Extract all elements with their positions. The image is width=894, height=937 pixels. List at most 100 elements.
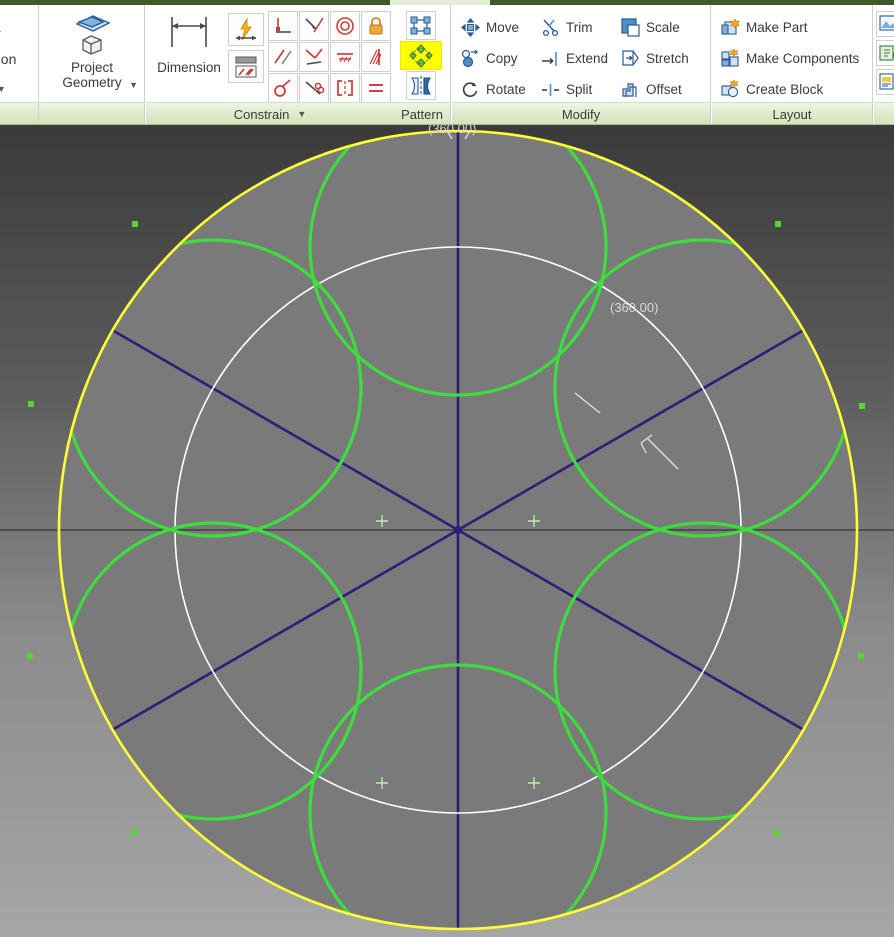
panel-label-pattern: Pattern (394, 102, 450, 124)
move-icon (460, 18, 480, 38)
extend-label: Extend (566, 51, 609, 66)
panel-label-constrain: Constrain ▼ (146, 102, 394, 124)
chevron-down-icon[interactable]: ▼ (0, 84, 6, 94)
dimension-button[interactable]: Dimension (146, 13, 232, 75)
chevron-down-icon[interactable]: ▼ (129, 78, 138, 93)
make-components-icon (720, 49, 740, 69)
coincident-constraint-icon[interactable] (299, 42, 329, 72)
panel-body-create: Project Geometry ▼ (40, 5, 144, 102)
project-geometry-label-2: Geometry (62, 75, 122, 90)
sketch-geometry (0, 129, 894, 931)
ribbon-panel-create: Project Geometry ▼ (40, 5, 144, 124)
chevron-down-icon[interactable]: ▼ (0, 28, 3, 38)
panel-label-insert-partial (874, 102, 894, 124)
constrain-label-text: Constrain (233, 106, 290, 122)
equal-constraint-icon[interactable] (361, 73, 391, 103)
panel-divider (144, 5, 145, 124)
scale-button[interactable]: Scale (620, 13, 680, 42)
angle-dimension-center[interactable]: (360.00) (610, 300, 658, 315)
create-block-icon (720, 80, 740, 100)
smooth-constraint-icon[interactable] (268, 73, 298, 103)
copy-icon (460, 49, 480, 69)
panel-label-layout: Layout (712, 102, 872, 124)
ribbon-toolbar: t ▼ ygon c ▼ (0, 0, 894, 125)
panel-body-modify: Move Copy Rotate Trim Extend Split Scale… (452, 5, 710, 102)
symmetric-constraint-icon[interactable] (361, 42, 391, 72)
scale-icon (620, 18, 640, 38)
tangent-constraint-icon[interactable] (299, 11, 329, 41)
rectangular-pattern-icon[interactable] (406, 11, 436, 40)
panel-body-constrain: Dimension (146, 5, 394, 103)
inventor-window: t ▼ ygon c ▼ (0, 0, 894, 937)
panel-label-create (40, 102, 144, 124)
panel-label-modify: Modify (452, 102, 710, 124)
dimension-label: Dimension (157, 60, 221, 75)
stretch-button[interactable]: Stretch (620, 44, 689, 73)
copy-button[interactable]: Copy (460, 44, 518, 73)
trim-icon (540, 18, 560, 38)
extend-icon (540, 49, 560, 69)
insert-acad-icon[interactable] (876, 69, 894, 95)
make-components-label: Make Components (746, 51, 860, 66)
rotate-button[interactable]: Rotate (460, 75, 526, 104)
rotate-icon (460, 80, 480, 100)
sidebar-item-arc[interactable]: c ▼ (0, 79, 6, 95)
show-constraints-icon[interactable] (228, 50, 264, 83)
polygon-label: ygon (0, 51, 17, 67)
ribbon-panel-pattern: Pattern (394, 5, 450, 124)
offset-label: Offset (646, 82, 682, 97)
auto-dimension-icon[interactable] (228, 13, 264, 46)
mirror-icon[interactable] (406, 71, 436, 100)
panel-divider (710, 5, 711, 124)
circular-pattern-icon[interactable] (400, 41, 442, 70)
layout-label-text: Layout (772, 106, 812, 122)
project-geometry-button[interactable]: Project Geometry ▼ (44, 11, 140, 90)
trim-label: Trim (566, 20, 593, 35)
horizontal-constraint-icon[interactable] (299, 73, 329, 103)
insert-image-icon[interactable] (876, 11, 894, 37)
project-geometry-label-1: Project (70, 60, 114, 75)
fix-constraint-icon[interactable] (361, 11, 391, 41)
split-label: Split (566, 82, 593, 97)
vertical-constraint-icon[interactable] (330, 73, 360, 103)
rotate-label: Rotate (486, 82, 526, 97)
move-button[interactable]: Move (460, 13, 519, 42)
extend-button[interactable]: Extend (540, 44, 608, 73)
ribbon-panel-modify: Move Copy Rotate Trim Extend Split Scale… (452, 5, 710, 124)
make-part-label: Make Part (746, 20, 808, 35)
panel-body-insert-partial (874, 5, 894, 102)
make-components-button[interactable]: Make Components (720, 44, 859, 73)
stretch-label: Stretch (646, 51, 689, 66)
sketch-center-point (454, 526, 462, 534)
make-part-icon (720, 18, 740, 38)
move-label: Move (486, 20, 520, 35)
ribbon-panel-layout: Make Part Make Components Create Block L… (712, 5, 872, 124)
create-block-label: Create Block (746, 82, 824, 97)
trim-button[interactable]: Trim (540, 13, 593, 42)
sidebar-item-rectangle[interactable]: t ▼ (0, 23, 3, 39)
split-button[interactable]: Split (540, 75, 592, 104)
copy-label: Copy (486, 51, 518, 66)
chevron-down-icon[interactable]: ▼ (297, 109, 306, 119)
parallel-constraint-icon[interactable] (268, 42, 298, 72)
perpendicular-constraint-icon[interactable] (268, 11, 298, 41)
dimension-icon (160, 17, 218, 57)
concentric-constraint-icon[interactable] (330, 11, 360, 41)
panel-divider (450, 5, 451, 124)
make-part-button[interactable]: Make Part (720, 13, 808, 42)
offset-button[interactable]: Offset (620, 75, 682, 104)
offset-icon (620, 80, 640, 100)
panel-body-layout: Make Part Make Components Create Block (712, 5, 872, 102)
insert-points-icon[interactable] (876, 40, 894, 66)
sidebar-item-polygon[interactable]: ygon (0, 51, 16, 67)
modify-label-text: Modify (561, 106, 601, 122)
ribbon-panel-insert-partial (874, 5, 894, 124)
pattern-label-text: Pattern (401, 106, 443, 122)
collinear-constraint-icon[interactable] (330, 42, 360, 72)
angle-dimension-top[interactable]: (360.00) (428, 125, 476, 136)
panel-body-pattern (394, 5, 450, 102)
create-block-button[interactable]: Create Block (720, 75, 823, 104)
sketch-graphics-window[interactable]: (360.00) (360.00) (0, 125, 894, 937)
stretch-icon (620, 49, 640, 69)
scale-label: Scale (646, 20, 680, 35)
